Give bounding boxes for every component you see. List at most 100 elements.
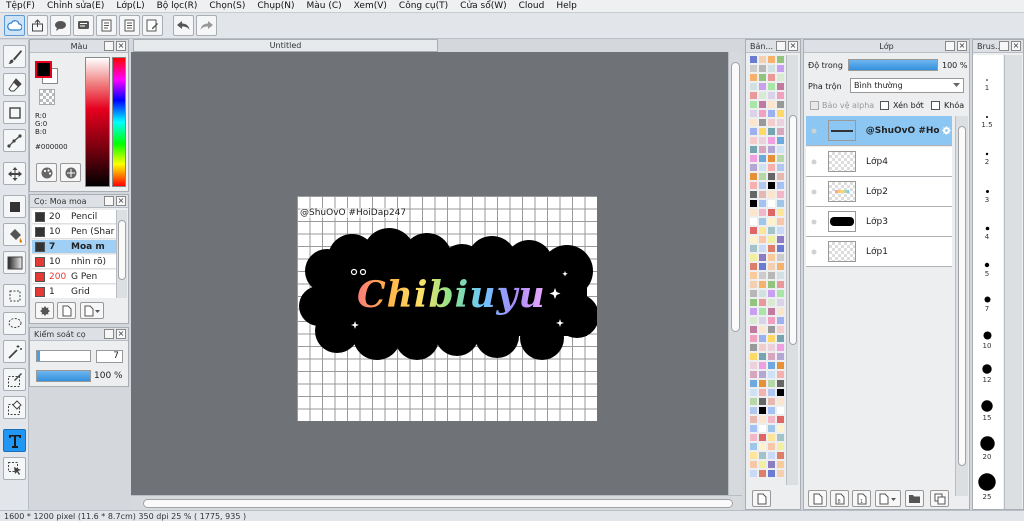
palette-swatch[interactable] — [776, 163, 785, 172]
palette-swatch[interactable] — [767, 361, 776, 370]
palette-swatch[interactable] — [767, 433, 776, 442]
palette-swatch[interactable] — [767, 190, 776, 199]
palette-swatch[interactable] — [767, 406, 776, 415]
palette-swatch[interactable] — [767, 100, 776, 109]
palette-swatch[interactable] — [776, 127, 785, 136]
palette-swatch[interactable] — [767, 172, 776, 181]
tool-line[interactable] — [3, 129, 26, 152]
palette-swatch[interactable] — [776, 253, 785, 262]
palette-swatch[interactable] — [767, 316, 776, 325]
palette-swatch[interactable] — [749, 406, 758, 415]
layer-item-lop2[interactable]: Lớp2 — [806, 177, 952, 207]
brush-item-moa-moa[interactable]: 7 Moa m — [32, 240, 116, 254]
layer-item-lop4[interactable]: Lớp4 — [806, 147, 952, 177]
palette-swatch[interactable] — [758, 415, 767, 424]
brush-settings-button[interactable] — [35, 302, 54, 319]
brush-new-button[interactable] — [57, 302, 76, 319]
palette-swatch[interactable] — [776, 271, 785, 280]
palette-swatch[interactable] — [767, 262, 776, 271]
tool-gradient[interactable] — [3, 251, 26, 274]
brush-opacity-slider[interactable] — [36, 370, 91, 382]
palette-swatch[interactable] — [749, 226, 758, 235]
palette-swatch[interactable] — [758, 343, 767, 352]
palette-swatch[interactable] — [749, 289, 758, 298]
palette-swatch[interactable] — [758, 262, 767, 271]
palette-swatch[interactable] — [767, 271, 776, 280]
palette-swatch[interactable] — [749, 208, 758, 217]
palette-swatch[interactable] — [767, 253, 776, 262]
palette-swatch[interactable] — [767, 442, 776, 451]
palette-swatch[interactable] — [776, 334, 785, 343]
palette-swatch[interactable] — [776, 145, 785, 154]
menu-tools[interactable]: Công cụ(T) — [393, 1, 454, 11]
palette-swatch[interactable] — [767, 244, 776, 253]
new-layer-1bit-button[interactable]: 1 — [852, 490, 871, 507]
lock-checkbox[interactable] — [931, 101, 940, 110]
palette-swatch[interactable] — [749, 100, 758, 109]
menu-capture[interactable]: Chụp(N) — [251, 1, 300, 11]
palette-swatch[interactable] — [776, 118, 785, 127]
brush-size-item[interactable]: 15 — [973, 400, 1001, 422]
brush-panel-close-button[interactable]: × — [116, 196, 126, 206]
palette-swatch[interactable] — [749, 334, 758, 343]
palette-swatch[interactable] — [758, 406, 767, 415]
palette-swatch[interactable] — [758, 109, 767, 118]
palette-swatch[interactable] — [767, 217, 776, 226]
visibility-icon[interactable] — [806, 189, 822, 195]
palette-swatch[interactable] — [776, 451, 785, 460]
palette-swatch[interactable] — [776, 280, 785, 289]
palette-swatch[interactable] — [767, 424, 776, 433]
palette-swatch[interactable] — [749, 253, 758, 262]
palette-swatch[interactable] — [758, 64, 767, 73]
brush-size-panel-float-button[interactable] — [999, 41, 1009, 51]
palette-swatch[interactable] — [776, 361, 785, 370]
palette-swatch[interactable] — [758, 280, 767, 289]
palette-new-button[interactable] — [752, 490, 771, 507]
palette-swatch[interactable] — [758, 253, 767, 262]
palette-swatch[interactable] — [767, 280, 776, 289]
layer-item-lop1[interactable]: Lớp1 — [806, 237, 952, 267]
layer-folder-button[interactable] — [905, 490, 924, 507]
layer-list-scroll-thumb[interactable] — [958, 126, 966, 466]
palette-swatch[interactable] — [767, 118, 776, 127]
palette-swatch[interactable] — [749, 370, 758, 379]
tool-view[interactable] — [3, 457, 26, 480]
menu-select[interactable]: Chọn(S) — [203, 1, 251, 11]
layer-opacity-slider[interactable] — [848, 59, 938, 71]
layer-list-scrollbar[interactable] — [955, 116, 968, 496]
palette-swatch[interactable] — [776, 442, 785, 451]
palette-swatch[interactable] — [776, 424, 785, 433]
comment-button[interactable] — [73, 15, 94, 36]
palette-swatch[interactable] — [767, 109, 776, 118]
palette-swatch[interactable] — [758, 181, 767, 190]
palette-swatch[interactable] — [758, 289, 767, 298]
palette-swatch[interactable] — [758, 334, 767, 343]
brush-size-value[interactable]: 7 — [96, 350, 123, 363]
palette-swatch[interactable] — [767, 154, 776, 163]
foreground-color-swatch[interactable] — [35, 61, 52, 78]
palette-swatch[interactable] — [758, 460, 767, 469]
palette-swatch[interactable] — [767, 91, 776, 100]
palette-swatch[interactable] — [767, 460, 776, 469]
palette-swatch[interactable] — [758, 55, 767, 64]
palette-swatch[interactable] — [767, 343, 776, 352]
palette-swatch[interactable] — [758, 82, 767, 91]
brush-size-scrollbar[interactable] — [1004, 55, 1022, 509]
palette-swatch[interactable] — [776, 172, 785, 181]
palette-swatch[interactable] — [767, 136, 776, 145]
palette-swatch[interactable] — [749, 361, 758, 370]
palette-swatch[interactable] — [767, 325, 776, 334]
layer-menu-button[interactable] — [875, 490, 901, 507]
palette-swatch[interactable] — [749, 307, 758, 316]
menu-edit[interactable]: Chỉnh sửa(E) — [41, 1, 110, 11]
tool-bucket[interactable] — [3, 223, 26, 246]
palette-swatch[interactable] — [749, 316, 758, 325]
palette-swatch[interactable] — [776, 460, 785, 469]
palette-swatch[interactable] — [776, 370, 785, 379]
palette-swatch[interactable] — [749, 109, 758, 118]
palette-swatch[interactable] — [749, 469, 758, 478]
brush-item-pen[interactable]: 10 Pen (Shar — [32, 225, 116, 239]
tool-fill-rect[interactable] — [3, 195, 26, 218]
brush-size-item[interactable]: 4 — [973, 226, 1001, 241]
palette-swatch[interactable] — [758, 361, 767, 370]
